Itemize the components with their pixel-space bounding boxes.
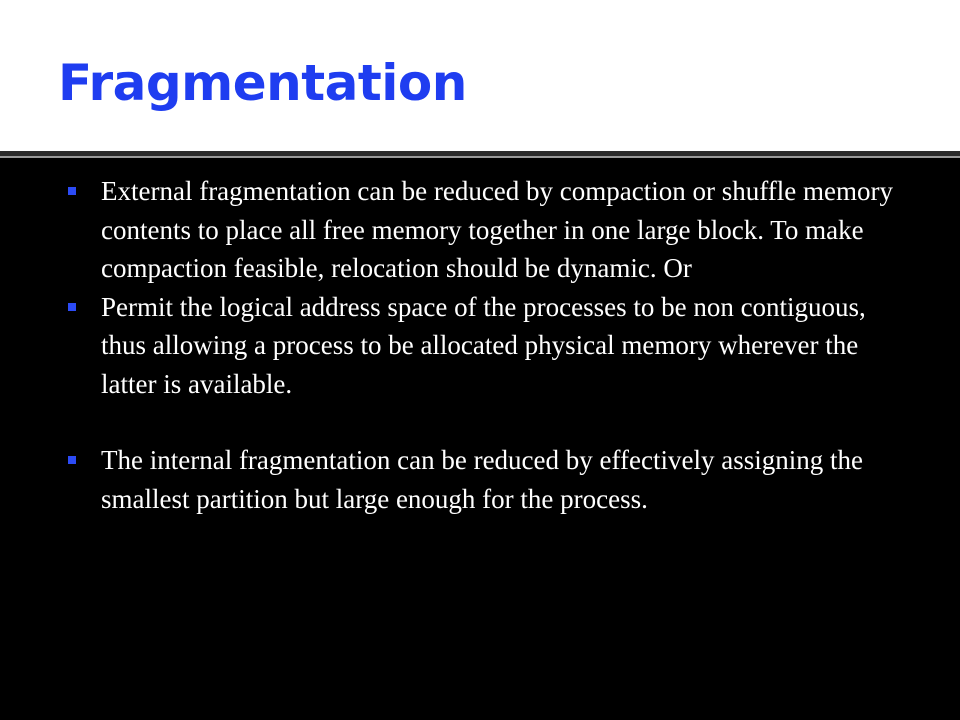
- bullet-text: The internal fragmentation can be reduce…: [101, 445, 863, 514]
- slide-title: Fragmentation: [58, 54, 467, 112]
- bullet-list: External fragmentation can be reduced by…: [0, 172, 960, 518]
- bullet-item: The internal fragmentation can be reduce…: [0, 441, 960, 518]
- title-band: Fragmentation: [0, 0, 960, 151]
- title-divider-highlight: [0, 156, 960, 158]
- bullet-text: Permit the logical address space of the …: [101, 291, 866, 399]
- square-bullet-icon: [68, 456, 76, 464]
- bullet-item: Permit the logical address space of the …: [0, 288, 960, 404]
- bullet-item: External fragmentation can be reduced by…: [0, 172, 960, 288]
- square-bullet-icon: [68, 302, 76, 311]
- bullet-text: External fragmentation can be reduced by…: [101, 176, 893, 283]
- slide: Fragmentation External fragmentation can…: [0, 0, 960, 720]
- square-bullet-icon: [68, 187, 76, 195]
